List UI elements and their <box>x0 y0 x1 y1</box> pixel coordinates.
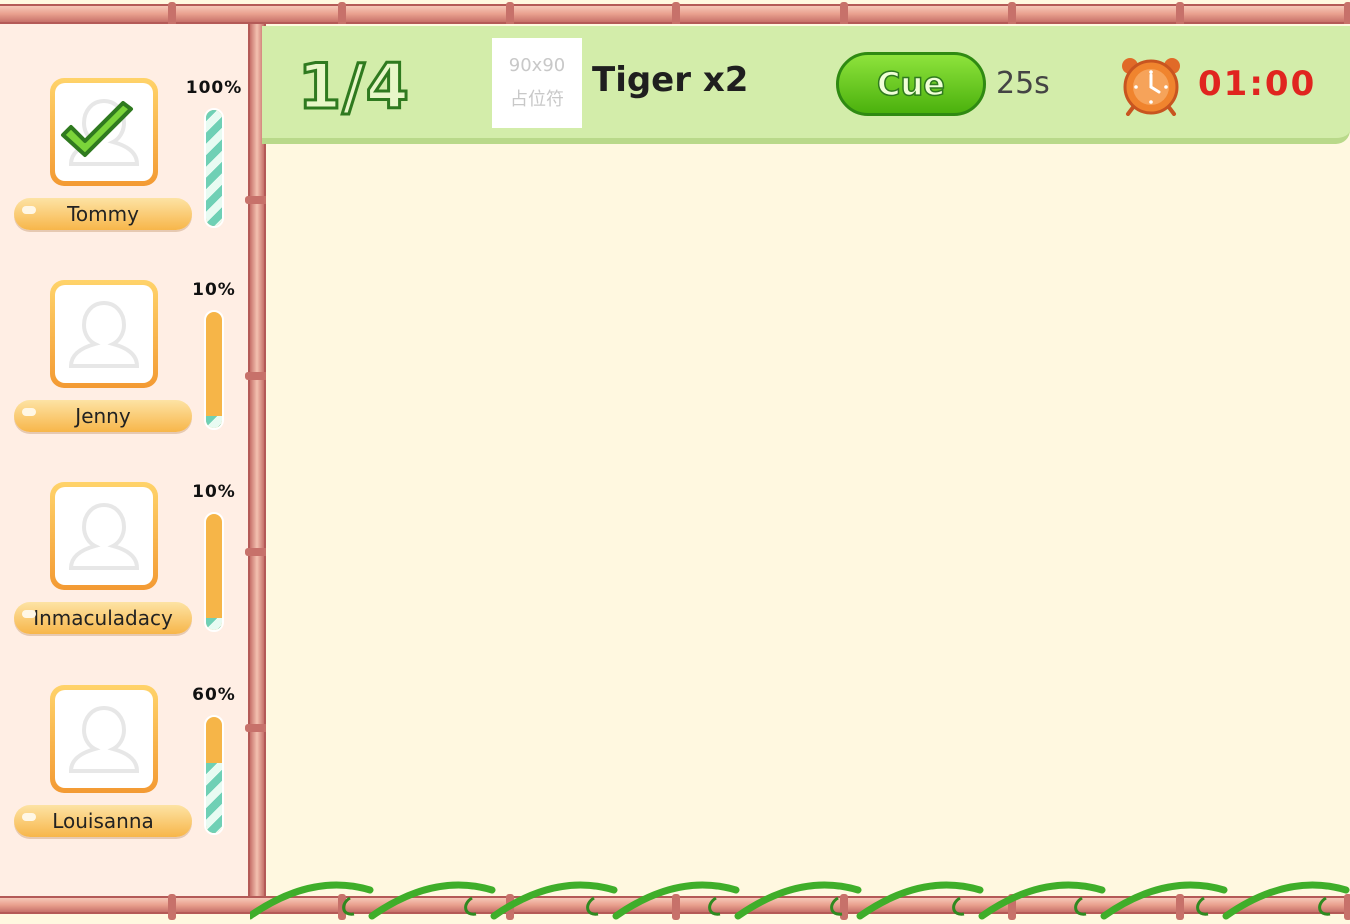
vertical-bamboo-divider <box>245 24 269 896</box>
game-timer: 01:00 <box>1198 64 1317 104</box>
user-silhouette-icon <box>55 690 153 788</box>
game-header <box>262 26 1350 144</box>
player-name: Tommy <box>14 198 192 230</box>
player-card: Louisanna 60% <box>0 685 250 845</box>
placeholder-text: 占位符 <box>510 89 564 110</box>
user-silhouette-icon <box>55 487 153 585</box>
progress-bar-fill <box>206 763 222 833</box>
avatar-image <box>55 83 153 181</box>
user-silhouette-icon <box>55 285 153 383</box>
progress-percent: 100% <box>185 78 243 98</box>
progress-bar <box>204 108 224 228</box>
progress-bar <box>204 310 224 430</box>
alarm-clock-icon <box>1120 54 1182 116</box>
progress-bar-fill <box>206 618 222 630</box>
game-area[interactable] <box>266 24 1350 896</box>
progress-bar-fill <box>206 416 222 428</box>
cue-button[interactable]: Cue <box>836 52 986 116</box>
progress-bar <box>204 512 224 632</box>
player-card: Inmaculadacy 10% <box>0 482 250 642</box>
cue-countdown: 25s <box>996 66 1050 101</box>
avatar-image <box>55 285 153 383</box>
player-card: Tommy 100% <box>0 78 250 238</box>
progress-bar <box>204 715 224 835</box>
vine-decoration <box>250 881 1350 920</box>
avatar[interactable] <box>50 685 158 793</box>
progress-percent: 60% <box>192 685 236 705</box>
avatar[interactable] <box>50 78 158 186</box>
progress-percent: 10% <box>192 280 236 300</box>
avatar-image <box>55 487 153 585</box>
avatar[interactable] <box>50 482 158 590</box>
top-bamboo-border <box>0 2 1350 28</box>
progress-bar-fill <box>206 110 222 226</box>
target-word: Tiger x2 <box>592 60 749 100</box>
avatar[interactable] <box>50 280 158 388</box>
avatar-image <box>55 690 153 788</box>
placeholder-size: 90x90 <box>508 55 566 76</box>
player-name: Louisanna <box>14 805 192 837</box>
player-name: Inmaculadacy <box>14 602 192 634</box>
round-counter: 1/4 <box>297 49 411 125</box>
word-image-placeholder: 90x90 占位符 <box>492 38 582 128</box>
player-name: Jenny <box>14 400 192 432</box>
bamboo-knot <box>168 894 176 920</box>
player-card: Jenny 10% <box>0 280 250 440</box>
progress-percent: 10% <box>192 482 236 502</box>
